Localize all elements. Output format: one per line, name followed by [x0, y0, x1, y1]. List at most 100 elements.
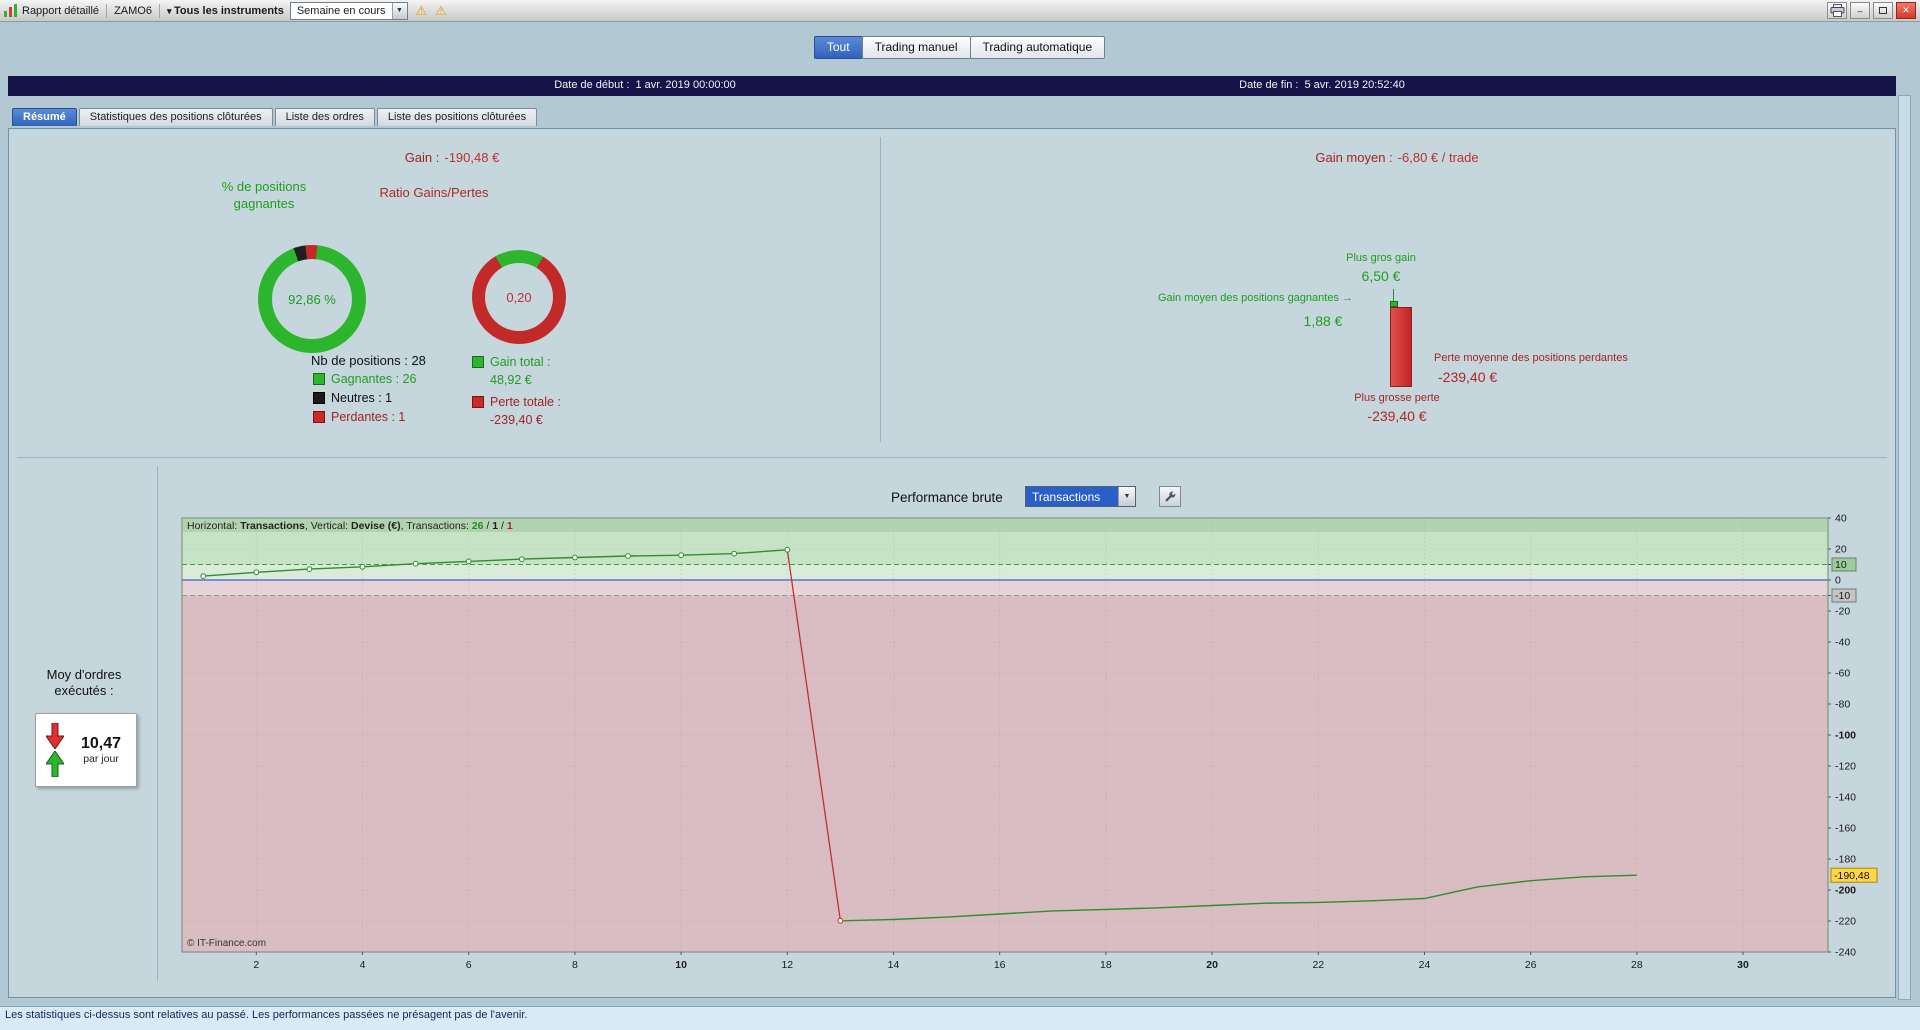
svg-text:© IT-Finance.com: © IT-Finance.com [187, 938, 266, 949]
window-titlebar: Rapport détaillé ZAMO6 ▾ Tous les instru… [0, 0, 1920, 22]
biggest-loss-label: Plus grosse perte [1354, 392, 1440, 404]
chart-settings-button[interactable] [1159, 486, 1181, 507]
tab-tout[interactable]: Tout [813, 36, 863, 59]
minimize-button[interactable]: – [1850, 2, 1870, 19]
date-bar: Date de début : 1 avr. 2019 00:00:00 Date… [8, 76, 1896, 96]
gain-total-label: Gain total : [490, 355, 551, 369]
ratio-value: 0,20 [506, 289, 532, 305]
svg-text:-180: -180 [1835, 854, 1856, 866]
biggest-loss-value: -239,40 € [1367, 408, 1427, 424]
winpct-donut-chart: 92,86 % [258, 245, 366, 353]
avg-gain-value: -6,80 € / trade [1397, 150, 1479, 165]
date-end-label: Date de fin : [1239, 79, 1299, 91]
dropdown-arrow-icon[interactable]: ▼ [1118, 487, 1135, 506]
instrument-filter[interactable]: ▾ Tous les instruments [167, 5, 284, 17]
svg-text:28: 28 [1631, 959, 1643, 971]
svg-text:8: 8 [572, 959, 578, 971]
print-button[interactable] [1827, 2, 1847, 19]
svg-text:12: 12 [781, 959, 793, 971]
warning-icon[interactable]: ⚠ [416, 3, 428, 19]
maximize-button[interactable] [1873, 2, 1893, 19]
avg-loss-bar [1390, 307, 1412, 387]
gain-total-swatch [472, 356, 484, 368]
gain-value: -190,48 € [444, 150, 500, 165]
svg-text:22: 22 [1312, 959, 1324, 971]
biggest-gain-value: 6,50 € [1361, 268, 1401, 284]
svg-text:10: 10 [675, 959, 687, 971]
arrow-up-icon [46, 751, 64, 777]
account-label[interactable]: ZAMO6 [114, 5, 152, 17]
biggest-gain-label: Plus gros gain [1346, 252, 1416, 264]
tab-trading-automatique[interactable]: Trading automatique [969, 36, 1106, 59]
legend-label-gagnantes: Gagnantes : 26 [331, 372, 417, 386]
tab-resume[interactable]: Résumé [12, 108, 77, 126]
status-bar: Les statistiques ci-dessus sont relative… [0, 1006, 1920, 1030]
performance-chart[interactable]: Horizontal: Transactions, Vertical: Devi… [160, 513, 1892, 983]
svg-text:-60: -60 [1835, 668, 1850, 680]
perte-totale-label: Perte totale : [490, 395, 561, 409]
legend-label-perdantes: Perdantes : 1 [331, 410, 406, 424]
gain-total-value: 48,92 € [490, 373, 532, 387]
svg-text:4: 4 [360, 959, 366, 971]
winpct-donut-hole: 92,86 % [272, 259, 352, 339]
avg-loss-label: Perte moyenne des positions perdantes [1434, 352, 1628, 364]
svg-text:24: 24 [1419, 959, 1431, 971]
period-select[interactable]: Semaine en cours ▼ [289, 1, 408, 20]
svg-text:10: 10 [1835, 559, 1847, 571]
performance-label: Performance brute [891, 490, 1003, 505]
side-splitter[interactable] [1898, 95, 1911, 1000]
gain-summary: Gain : -190,48 € [292, 150, 612, 165]
dropdown-arrow-icon[interactable]: ▼ [391, 2, 407, 19]
svg-text:2: 2 [253, 959, 259, 971]
orders-title: Moy d'ordres exécutés : [46, 667, 122, 699]
printer-icon [1830, 4, 1845, 17]
separator [158, 3, 160, 18]
svg-text:-100: -100 [1835, 730, 1856, 742]
perte-totale-swatch [472, 396, 484, 408]
svg-text:-240: -240 [1835, 947, 1856, 959]
section-divider [17, 457, 1887, 458]
nb-positions: Nb de positions : 28 [311, 353, 426, 368]
svg-text:-10: -10 [1835, 590, 1850, 602]
close-button[interactable]: ✕ [1896, 2, 1916, 19]
svg-text:-160: -160 [1835, 823, 1856, 835]
ratio-donut-hole: 0,20 [485, 263, 553, 331]
report-panel: Gain : -190,48 € % de positions gagnantes… [8, 128, 1896, 998]
ratio-donut-chart: 0,20 [472, 250, 566, 344]
performance-selector[interactable]: Transactions ▼ [1025, 486, 1136, 507]
orders-numbers: 10,47 par jour [70, 735, 132, 765]
date-end: Date de fin : 5 avr. 2019 20:52:40 [1239, 79, 1405, 91]
wrench-icon [1164, 490, 1177, 503]
tab-liste-ordres[interactable]: Liste des ordres [274, 108, 375, 126]
performance-selector-value: Transactions [1026, 487, 1118, 506]
view-tabs: Tout Trading manuel Trading automatique [0, 36, 1920, 59]
legend-swatch-perdantes [313, 411, 325, 423]
avg-gain-summary: Gain moyen : -6,80 € / trade [1147, 150, 1647, 165]
avg-loss-value: -239,40 € [1438, 369, 1498, 385]
svg-text:14: 14 [888, 959, 900, 971]
date-start: Date de début : 1 avr. 2019 00:00:00 [554, 79, 736, 91]
summary-divider [880, 137, 881, 442]
gain-total-row: Gain total : [472, 355, 550, 369]
svg-text:20: 20 [1206, 959, 1218, 971]
warning-icon[interactable]: ⚠ [435, 3, 447, 19]
svg-text:20: 20 [1835, 544, 1847, 556]
date-start-value: 1 avr. 2019 00:00:00 [635, 79, 736, 91]
report-tabs: Résumé Statistiques des positions clôtur… [12, 108, 539, 126]
legend-item-gagnantes: Gagnantes : 26 [313, 372, 416, 386]
svg-text:-20: -20 [1835, 606, 1850, 618]
svg-text:16: 16 [994, 959, 1006, 971]
svg-text:30: 30 [1737, 959, 1749, 971]
maximize-icon [1879, 7, 1887, 14]
legend-swatch-gagnantes [313, 373, 325, 385]
winpct-title: % de positions gagnantes [221, 179, 307, 211]
report-title: Rapport détaillé [22, 4, 100, 17]
avg-win-value: 1,88 € [1303, 313, 1343, 329]
tab-trading-manuel[interactable]: Trading manuel [861, 36, 971, 59]
period-select-value: Semaine en cours [296, 4, 386, 17]
tab-statistiques[interactable]: Statistiques des positions clôturées [78, 108, 273, 126]
separator [106, 3, 108, 18]
tab-liste-positions[interactable]: Liste des positions clôturées [376, 108, 538, 126]
chart-gutter-divider [157, 466, 158, 981]
svg-text:Horizontal: Transactions, Vert: Horizontal: Transactions, Vertical: Devi… [187, 520, 513, 532]
